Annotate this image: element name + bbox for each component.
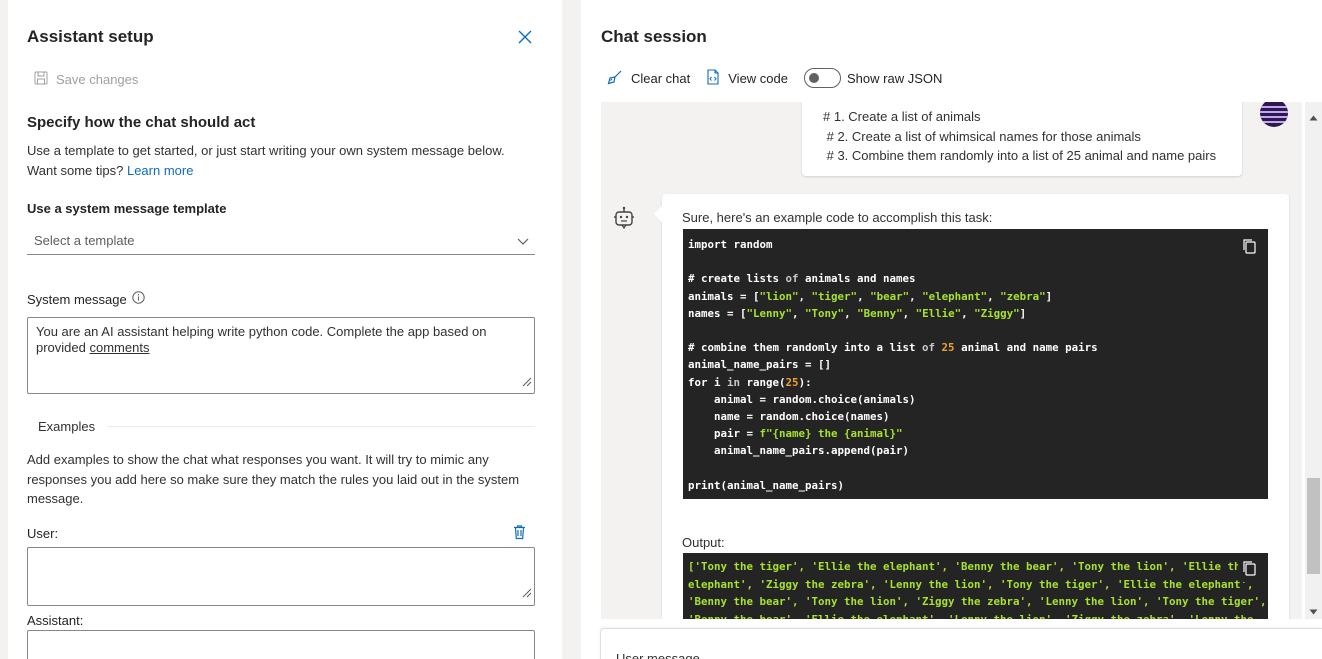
output-block: ['Tony the tiger', 'Ellie the elephant',…: [683, 553, 1268, 619]
template-placeholder: Select a template: [34, 232, 135, 248]
clear-chat-button[interactable]: Clear chat: [607, 69, 690, 88]
assistant-bot-icon: [613, 206, 635, 235]
resize-handle-icon[interactable]: [522, 585, 532, 603]
code-line: name = random.choice(names): [688, 409, 890, 423]
output-line: elephant', 'Ziggy the zebra', 'Lenny the…: [688, 577, 1254, 591]
learn-more-link[interactable]: Learn more: [127, 163, 193, 178]
scrollbar-thumb[interactable]: [1307, 478, 1320, 574]
code-line: # create lists of animals and names: [688, 272, 916, 286]
examples-divider: Examples: [27, 419, 535, 434]
assistant-message-bubble: Sure, here's an example code to accompli…: [654, 194, 1289, 619]
code-line: pair = f"{name} the {animal}": [688, 427, 903, 441]
raw-json-label: Show raw JSON: [847, 70, 943, 86]
delete-example-button[interactable]: [512, 524, 527, 545]
user-message-input[interactable]: User message: [600, 628, 1322, 659]
example-assistant-label: Assistant:: [27, 613, 84, 628]
template-label: Use a system message template: [27, 201, 227, 216]
system-message-text-underlined: comments: [89, 340, 150, 355]
save-changes-label: Save changes: [56, 72, 139, 87]
chevron-down-icon: [517, 234, 529, 249]
save-changes-button[interactable]: Save changes: [34, 71, 138, 88]
resize-handle-icon[interactable]: [522, 375, 532, 391]
system-message-textarea[interactable]: You are an AI assistant helping write py…: [27, 317, 535, 394]
code-line: animal_name_pairs = []: [688, 358, 832, 372]
code-line: animal_name_pairs.append(pair): [688, 444, 910, 458]
view-code-label: View code: [728, 70, 788, 86]
examples-label: Examples: [38, 419, 96, 434]
broom-icon: [607, 69, 623, 88]
example-user-label: User:: [27, 526, 59, 541]
code-line: # combine them randomly into a list of 2…: [688, 341, 1098, 355]
chat-session-panel: Chat session Clear chat View code Show r…: [581, 0, 1322, 659]
view-code-button[interactable]: View code: [706, 68, 788, 88]
output-line: 'Benny the bear', 'Ellie the elephant', …: [688, 611, 1263, 619]
scroll-down-arrow-icon[interactable]: [1309, 602, 1318, 620]
output-line: ['Tony the tiger', 'Ellie the elephant',…: [688, 560, 1248, 573]
assistant-intro-text: Sure, here's an example code to accompli…: [682, 210, 993, 225]
code-line: print(animal_name_pairs): [688, 478, 845, 492]
scroll-up-arrow-icon[interactable]: [1309, 108, 1318, 126]
assistant-setup-panel: Assistant setup Save changes Specify how…: [8, 0, 562, 659]
system-message-label: System message: [27, 291, 127, 307]
example-user-textarea[interactable]: [27, 547, 535, 606]
copy-icon[interactable]: [1242, 238, 1256, 259]
user-message-line: # 3. Combine them randomly into a list o…: [823, 148, 1217, 163]
code-file-icon: [706, 68, 720, 88]
user-message-bubble: # 1. Create a list of animals # 2. Creat…: [802, 102, 1242, 176]
user-message-line: # 2. Create a list of whimsical names fo…: [823, 128, 1141, 144]
code-line: animals = ["lion", "tiger", "bear", "ele…: [688, 289, 1053, 303]
panel-title: Assistant setup: [27, 27, 154, 46]
save-icon: [34, 71, 48, 88]
chat-messages[interactable]: # 1. Create a list of animals # 2. Creat…: [601, 102, 1302, 619]
section-heading: Specify how the chat should act: [27, 114, 256, 131]
code-line: for i in range(25):: [688, 375, 812, 389]
panel-title: Chat session: [601, 27, 707, 46]
chat-scrollbar[interactable]: [1305, 102, 1322, 619]
info-icon[interactable]: [132, 291, 145, 307]
code-line: animal = random.choice(animals): [688, 392, 916, 406]
code-line: names = ["Lenny", "Tony", "Benny", "Elli…: [688, 306, 1027, 320]
output-line: 'Benny the bear', 'Tony the lion', 'Zigg…: [688, 595, 1267, 609]
example-assistant-textarea[interactable]: [27, 630, 535, 659]
system-message-label-row: System message: [27, 291, 145, 307]
output-label: Output:: [682, 535, 725, 550]
section-description: Use a template to get started, or just s…: [27, 141, 537, 180]
template-dropdown[interactable]: Select a template: [27, 226, 535, 255]
examples-description: Add examples to show the chat what respo…: [27, 452, 520, 506]
copy-icon[interactable]: [1238, 560, 1256, 582]
clear-chat-label: Clear chat: [631, 70, 691, 86]
user-message-line: # 1. Create a list of animals: [823, 109, 981, 124]
tips-text: Want some tips?: [27, 162, 124, 178]
description-text: Use a template to get started, or just s…: [27, 143, 505, 158]
raw-json-toggle[interactable]: [804, 68, 841, 88]
code-line: import random: [688, 238, 773, 251]
close-icon[interactable]: [516, 28, 534, 46]
trash-icon: [514, 525, 525, 540]
avatar: [1260, 102, 1288, 127]
user-message-label: User message: [616, 651, 700, 659]
code-block: import random # create lists of animals …: [683, 229, 1268, 499]
chat-toolbar: Clear chat View code Show raw JSON: [607, 68, 942, 88]
